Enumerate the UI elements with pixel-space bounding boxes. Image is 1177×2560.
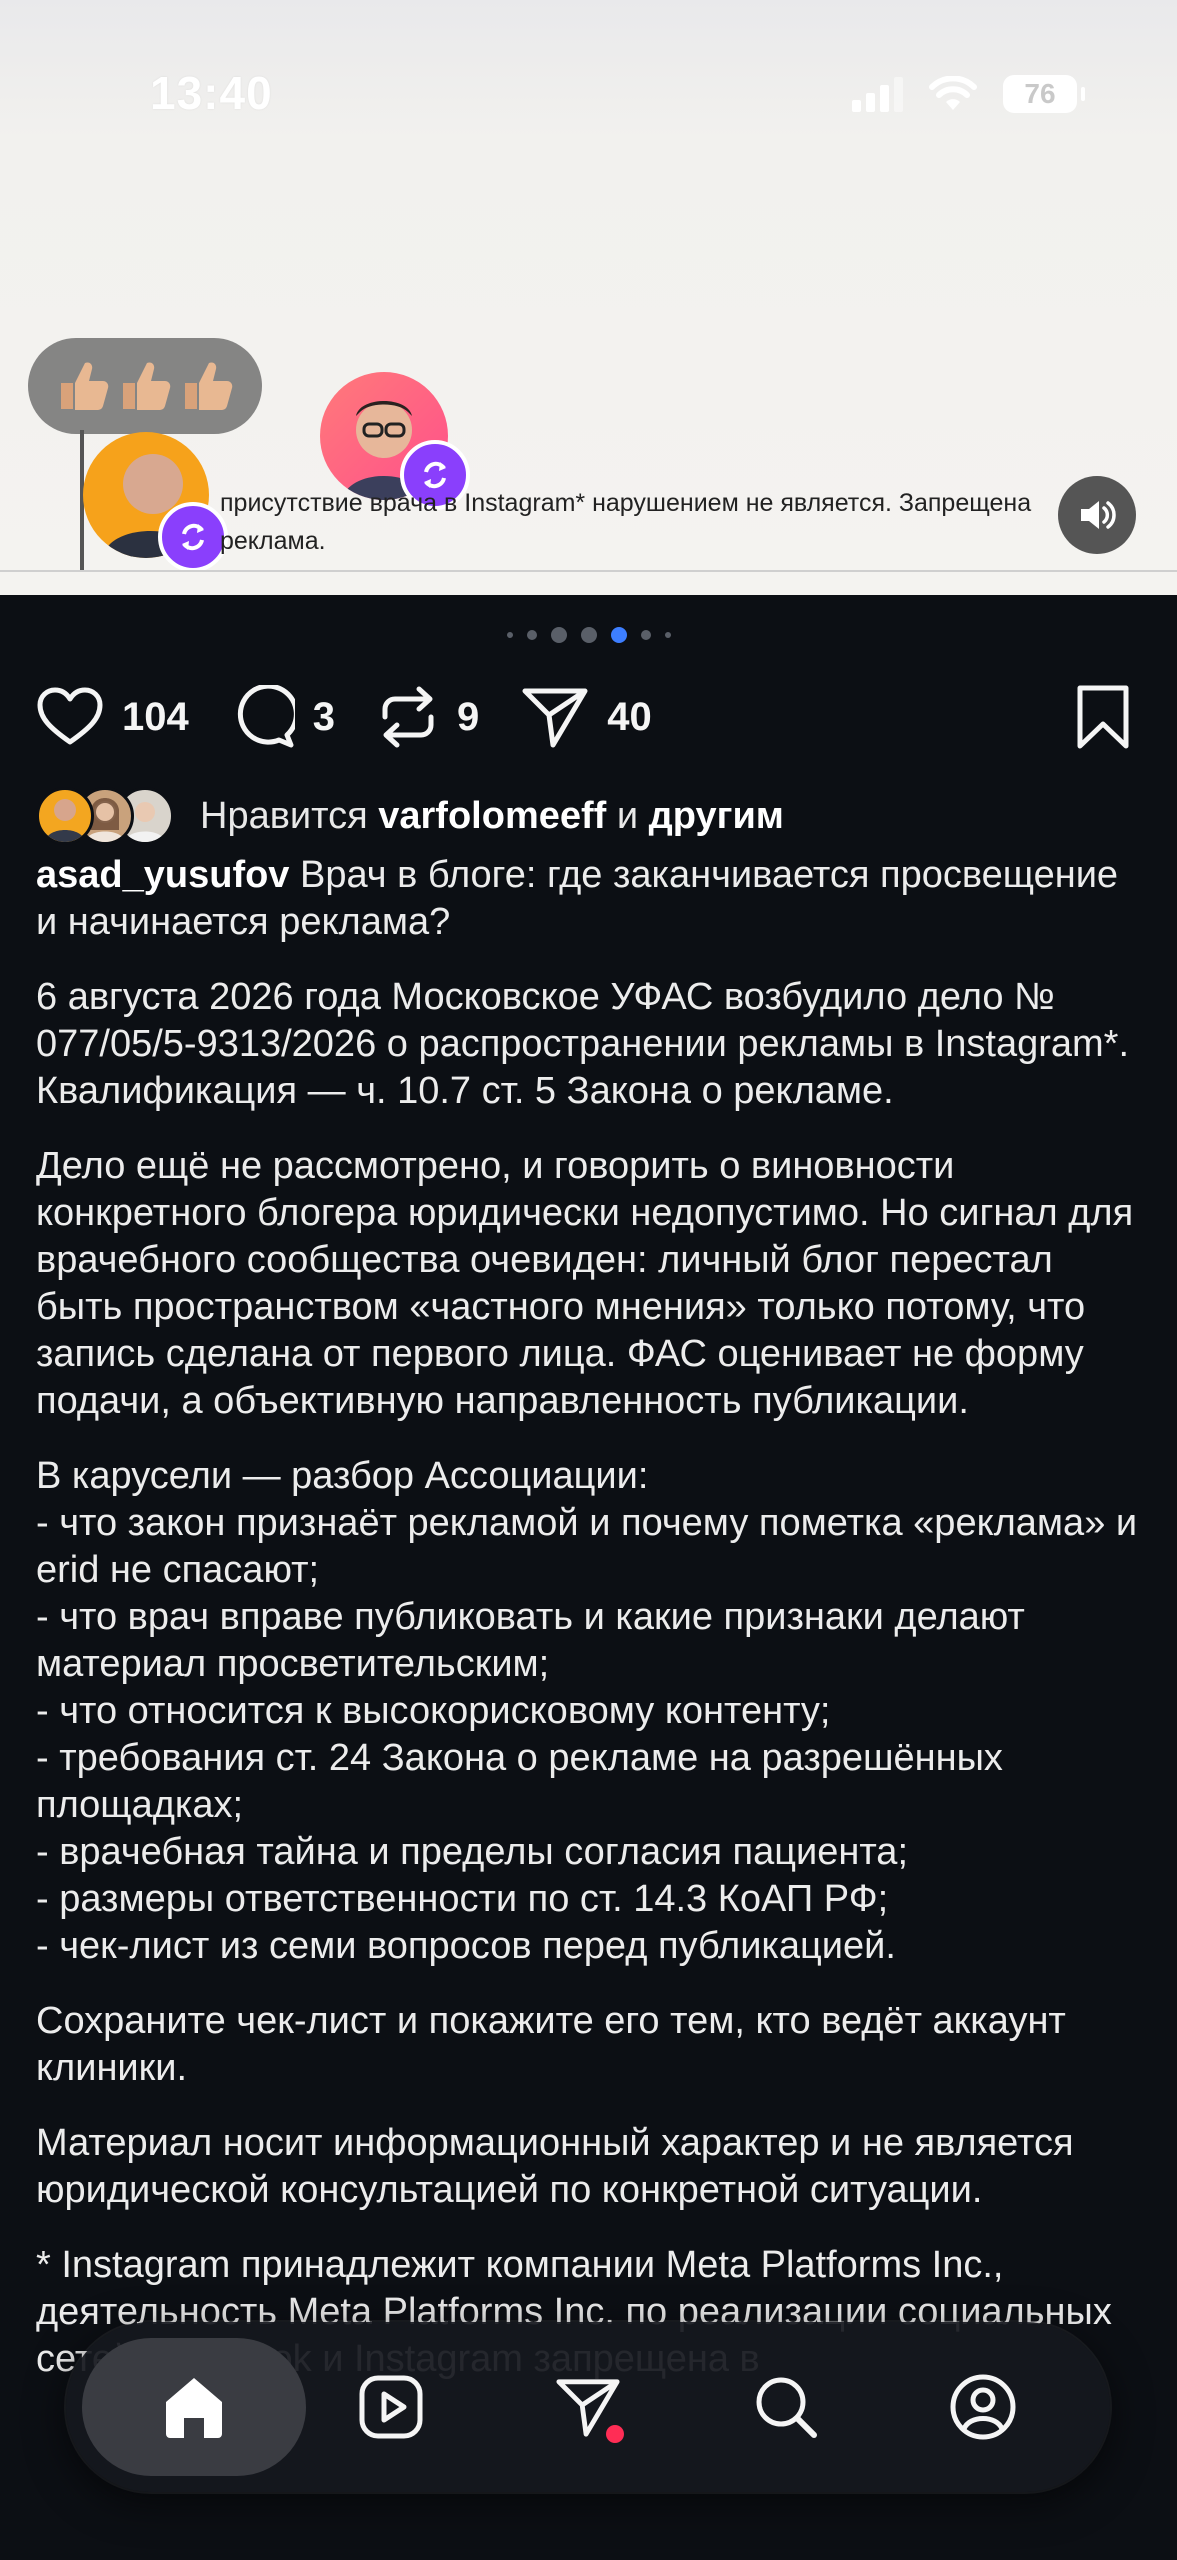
post-actions: 104 3 9 40 (36, 682, 694, 752)
heart-icon (37, 687, 103, 745)
carousel-indicator (0, 627, 1177, 643)
carousel-dot-active (610, 627, 627, 643)
liked-by-text: Нравится varfolomeeff и другим (200, 795, 784, 838)
status-time: 13:40 (150, 67, 273, 119)
caption-paragraph: 6 августа 2026 года Московское УФАС возб… (36, 976, 1130, 1112)
search-icon (756, 2377, 817, 2438)
repost-icon (382, 686, 434, 748)
profile-icon (950, 2374, 1016, 2440)
carousel-dot (526, 630, 537, 640)
thumbs-up-icon (61, 362, 109, 410)
avatar (36, 787, 94, 845)
liked-by-middle: и (606, 794, 649, 837)
caption-paragraph: Дело ещё не рассмотрено, и говорить о ви… (36, 1145, 1134, 1422)
emoji-reaction-bubble (28, 338, 262, 434)
repost-badge-icon (158, 502, 228, 572)
notification-dot (606, 2425, 624, 2443)
nav-direct[interactable] (528, 2347, 648, 2467)
reels-icon (359, 2375, 423, 2439)
thumbs-up-icon (185, 362, 233, 410)
like-button[interactable]: 104 (36, 686, 189, 748)
comment-icon (237, 685, 295, 748)
liked-by-others[interactable]: другим (649, 795, 784, 837)
carousel-dot (580, 627, 597, 643)
author-username[interactable]: asad_yusufov (36, 854, 289, 896)
sound-toggle-button[interactable] (1058, 476, 1136, 554)
carousel-dot (550, 627, 567, 643)
post-caption: asad_yusufov Врач в блоге: где заканчива… (36, 852, 1146, 2411)
share-count: 40 (607, 694, 652, 739)
send-icon (522, 688, 588, 748)
carousel-dot (506, 632, 513, 638)
nav-profile[interactable] (923, 2347, 1043, 2467)
comment-button[interactable]: 3 (231, 685, 335, 749)
caption-paragraph: Материал носит информационный характер и… (36, 2122, 1074, 2211)
carousel-dot (664, 632, 671, 638)
share-button[interactable]: 40 (521, 685, 652, 749)
repost-count: 9 (457, 694, 480, 739)
post-media[interactable]: 13:40 76 присутствие врача в Instagram* … (0, 0, 1177, 595)
home-icon (166, 2378, 222, 2438)
bottom-nav (66, 2322, 1110, 2492)
repost-button[interactable]: 9 (377, 685, 479, 749)
caption-title: asad_yusufov Врач в блоге: где заканчива… (36, 852, 1146, 946)
divider (0, 570, 1177, 572)
media-caption-snippet: присутствие врача в Instagram* нарушение… (220, 489, 1032, 555)
nav-home[interactable] (82, 2338, 306, 2476)
caption-paragraph: Сохраните чек-лист и покажите его тем, к… (36, 2000, 1066, 2089)
save-button[interactable] (1074, 684, 1132, 755)
comment-count: 3 (312, 694, 335, 739)
liked-by-prefix: Нравится (200, 794, 379, 837)
speaker-icon (1081, 501, 1116, 529)
thumbs-up-icon (123, 362, 171, 410)
carousel-dot (640, 630, 651, 640)
nav-search[interactable] (726, 2347, 846, 2467)
battery-icon: 76 (1003, 75, 1085, 113)
cellular-signal-icon (852, 76, 903, 112)
liked-by-user[interactable]: varfolomeeff (378, 795, 606, 837)
caption-paragraph: В карусели — разбор Ассоциации: - что за… (36, 1455, 1138, 1967)
like-count: 104 (122, 694, 189, 739)
bookmark-icon (1077, 685, 1129, 749)
status-icons: 76 (852, 72, 1085, 116)
liked-by-row[interactable]: Нравится varfolomeeff и другим (36, 786, 784, 846)
wifi-icon (929, 76, 977, 110)
nav-reels[interactable] (331, 2347, 451, 2467)
